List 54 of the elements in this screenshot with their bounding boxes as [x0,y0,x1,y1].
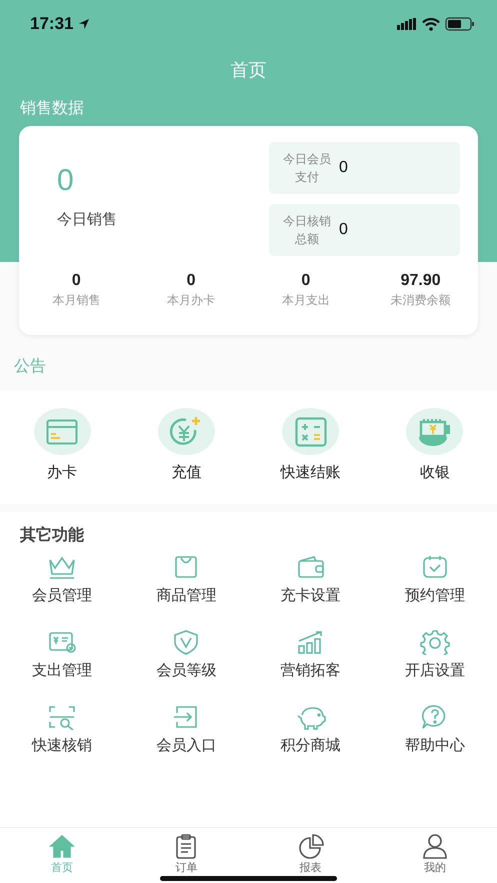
stat-label: 今日核销总额 [282,213,332,248]
function-button[interactable]: 会员等级 [156,629,216,680]
function-button[interactable]: 商品管理 [156,554,216,605]
stat-label: 本月销售 [52,292,100,309]
stat-label: 本月支出 [282,292,330,309]
stat-value: 97.90 [400,272,441,290]
stat-label: 本月办卡 [167,292,216,309]
tab-bar-item[interactable]: 我的 [372,828,497,883]
function-button[interactable]: 营销拓客 [280,629,341,680]
cash-register-icon [418,416,452,446]
crown-icon [47,554,78,580]
section-title: 其它功能 [19,524,84,546]
function-button[interactable]: 会员管理 [32,554,92,605]
quick-action-button[interactable]: 充值 [136,408,236,482]
quick-action-button[interactable]: 办卡 [12,408,112,482]
scan-icon [47,704,78,730]
function-button[interactable]: 会员入口 [156,704,216,755]
stat-value: 0 [186,272,196,290]
stat-label: 今日会员支付 [282,151,332,186]
bill-icon [47,629,78,655]
notice-title: 公告 [14,356,46,377]
tab-bar-item[interactable]: 报表 [248,828,373,883]
tab-bar-item[interactable]: 订单 [124,828,248,883]
quick-action-button[interactable]: 快速结账 [260,408,361,482]
section-title: 销售数据 [20,98,85,119]
function-button[interactable]: 开店设置 [404,629,465,680]
function-button[interactable]: 支出管理 [32,629,92,680]
quick-action-button[interactable]: 收银 [384,408,485,482]
function-button[interactable]: 快速核销 [32,704,92,755]
function-button[interactable]: 预约管理 [404,554,465,605]
settings-icon [420,629,450,655]
page-title: 首页 [230,59,268,82]
signal-icon [397,18,417,30]
function-button[interactable]: 充卡设置 [280,554,341,605]
stat-value: 0 [339,221,348,239]
stat-value: 0 [301,272,310,290]
calculator-icon [294,416,327,446]
function-button[interactable]: 帮助中心 [404,704,465,755]
stat-label: 未消费余额 [390,292,451,309]
home-icon [49,833,76,859]
battery-icon [445,17,475,31]
pie-chart-icon [298,833,324,859]
today-sales-value: 0 [57,164,74,198]
today-sales-label: 今日销售 [57,210,117,229]
stat-value: 0 [72,272,81,290]
person-icon [422,833,448,859]
location-arrow-icon [78,18,90,30]
function-button[interactable]: 积分商城 [280,704,341,755]
stat-value: 0 [339,159,348,177]
piggy-bank-icon [296,704,326,730]
wifi-icon [422,18,440,30]
wallet-icon [296,554,326,580]
card-icon [46,418,78,444]
status-time: 17:31 [30,14,74,34]
